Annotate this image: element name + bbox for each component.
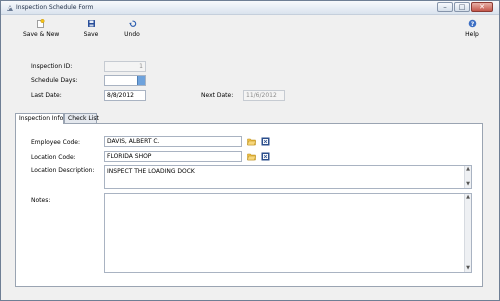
spin-button[interactable] bbox=[137, 76, 145, 85]
main-window: Inspection Schedule Form – □ ✕ Save & Ne… bbox=[0, 0, 500, 301]
folder-open-icon[interactable] bbox=[247, 137, 256, 146]
close-button[interactable]: ✕ bbox=[471, 2, 493, 12]
last-date-field[interactable]: 8/8/2012 bbox=[104, 90, 146, 101]
next-date-field: 11/6/2012 bbox=[243, 90, 285, 101]
location-code-field[interactable]: FLORIDA SHOP bbox=[104, 151, 242, 162]
location-description-field[interactable]: INSPECT THE LOADING DOCK ▲ ▼ bbox=[104, 165, 472, 189]
scroll-down-icon[interactable]: ▼ bbox=[465, 265, 471, 272]
window-controls: – □ ✕ bbox=[437, 2, 493, 12]
location-description-value: INSPECT THE LOADING DOCK bbox=[107, 168, 195, 175]
form-icon bbox=[7, 5, 13, 11]
minimize-button[interactable]: – bbox=[437, 2, 453, 12]
maximize-button[interactable]: □ bbox=[454, 2, 470, 12]
minimize-icon: – bbox=[443, 3, 447, 11]
notes-field[interactable]: ▲ ▼ bbox=[104, 193, 472, 273]
help-circle-icon: ? bbox=[468, 19, 476, 28]
scroll-up-icon[interactable]: ▲ bbox=[465, 194, 471, 201]
close-icon: ✕ bbox=[479, 3, 485, 11]
undo-button[interactable]: Undo bbox=[121, 19, 143, 38]
floppy-disk-icon bbox=[87, 20, 95, 27]
location-description-scrollbar[interactable]: ▲ ▼ bbox=[464, 166, 471, 188]
help-button[interactable]: ? Help bbox=[462, 19, 482, 38]
lookup-icon[interactable] bbox=[261, 152, 270, 161]
inspection-id-label: Inspection ID: bbox=[31, 63, 73, 70]
location-description-label: Location Description: bbox=[31, 167, 95, 174]
svg-text:?: ? bbox=[470, 21, 474, 28]
tab-check-list[interactable]: Check List bbox=[64, 113, 99, 123]
help-label: Help bbox=[465, 31, 479, 38]
notes-label: Notes: bbox=[31, 197, 51, 204]
save-button[interactable]: Save bbox=[81, 19, 101, 38]
title-bar: Inspection Schedule Form – □ ✕ bbox=[1, 1, 499, 15]
new-document-icon bbox=[36, 19, 44, 28]
window-title: Inspection Schedule Form bbox=[16, 4, 94, 11]
schedule-days-field[interactable] bbox=[104, 75, 146, 86]
notes-scrollbar[interactable]: ▲ ▼ bbox=[464, 194, 471, 272]
save-label: Save bbox=[83, 31, 99, 38]
employee-code-field[interactable]: DAVIS, ALBERT C. bbox=[104, 136, 242, 147]
next-date-label: Next Date: bbox=[201, 92, 234, 99]
undo-label: Undo bbox=[124, 31, 140, 38]
toolbar: Save & New Save Undo ? Help bbox=[1, 16, 499, 42]
save-new-button[interactable]: Save & New bbox=[23, 19, 60, 38]
tab-inspection-info[interactable]: Inspection Info bbox=[15, 113, 64, 124]
maximize-icon: □ bbox=[458, 3, 466, 11]
lookup-icon[interactable] bbox=[261, 137, 270, 146]
scroll-down-icon[interactable]: ▼ bbox=[465, 181, 471, 188]
undo-arrow-icon bbox=[128, 20, 136, 27]
scroll-up-icon[interactable]: ▲ bbox=[465, 166, 471, 173]
schedule-days-label: Schedule Days: bbox=[31, 77, 78, 84]
inspection-id-field: 1 bbox=[104, 61, 146, 72]
location-code-label: Location Code: bbox=[31, 154, 76, 161]
last-date-label: Last Date: bbox=[31, 92, 62, 99]
employee-code-label: Employee Code: bbox=[31, 139, 81, 146]
save-new-label: Save & New bbox=[23, 31, 60, 38]
folder-open-icon[interactable] bbox=[247, 152, 256, 161]
